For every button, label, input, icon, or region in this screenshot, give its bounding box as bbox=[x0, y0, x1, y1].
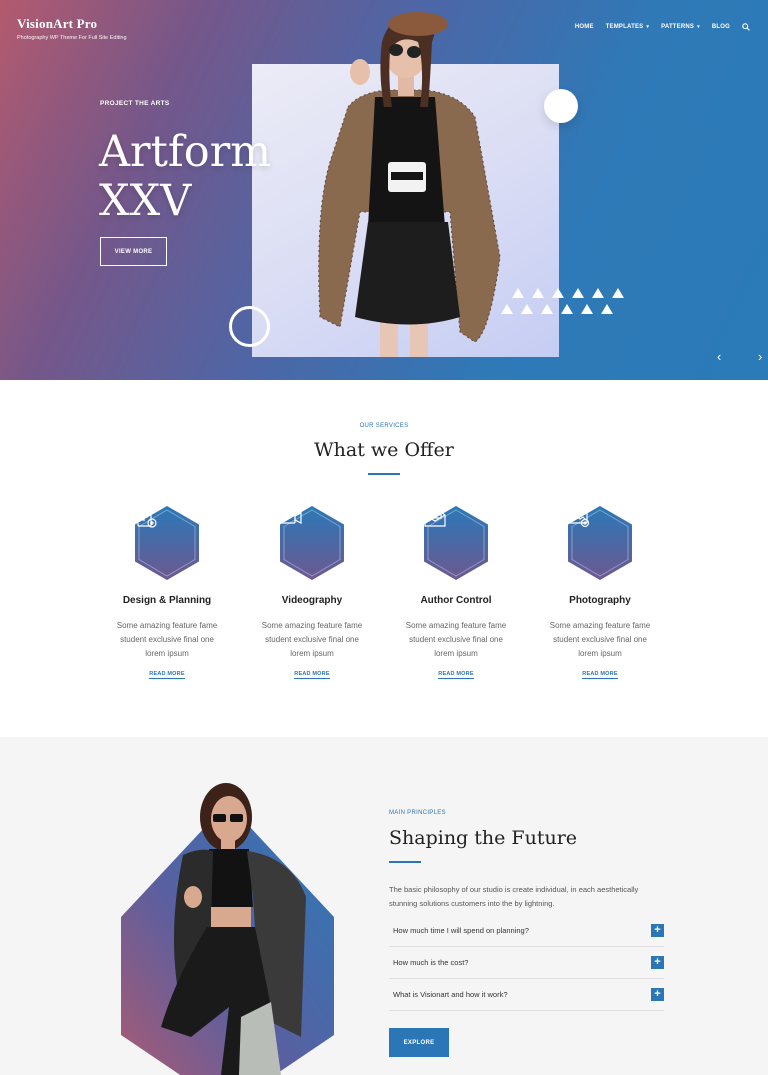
decorative-dot bbox=[544, 89, 578, 123]
principles-eyebrow: MAIN PRINCIPLES bbox=[389, 810, 446, 816]
hexagon-badge bbox=[279, 505, 345, 581]
search-icon[interactable] bbox=[742, 23, 750, 31]
video-camera-icon bbox=[280, 506, 302, 524]
heading-divider bbox=[368, 473, 400, 475]
service-card-videography: Videography Some amazing feature fame st… bbox=[254, 505, 370, 680]
faq-question: What is Visionart and how it work? bbox=[393, 990, 508, 999]
caret-down-icon: ▾ bbox=[646, 24, 650, 30]
plus-icon[interactable]: + bbox=[651, 924, 664, 937]
nav-item-templates[interactable]: TEMPLATES ▾ bbox=[606, 24, 649, 30]
nav-item-home[interactable]: HOME bbox=[575, 24, 594, 30]
chevron-left-icon[interactable]: ‹ bbox=[717, 349, 721, 364]
faq-item-cost[interactable]: How much is the cost? + bbox=[389, 949, 664, 979]
envelope-icon bbox=[424, 507, 446, 527]
decorative-ring bbox=[229, 306, 270, 347]
site-tagline: Photography WP Theme For Full Site Editi… bbox=[17, 35, 127, 41]
chevron-right-icon[interactable]: › bbox=[758, 349, 762, 364]
service-description: Some amazing feature fame student exclus… bbox=[261, 621, 363, 658]
hero-section: VisionArt Pro Photography WP Theme For F… bbox=[0, 0, 768, 380]
plus-icon[interactable]: + bbox=[651, 988, 664, 1001]
brand[interactable]: VisionArt Pro Photography WP Theme For F… bbox=[17, 16, 127, 41]
faq-item-planning[interactable]: How much time I will spend on planning? … bbox=[389, 917, 664, 947]
principles-heading: Shaping the Future bbox=[389, 827, 578, 849]
service-description: Some amazing feature fame student exclus… bbox=[549, 621, 651, 658]
read-more-link[interactable]: READ MORE bbox=[582, 671, 618, 679]
service-title: Videography bbox=[281, 595, 343, 606]
decorative-triangles bbox=[501, 288, 624, 314]
read-more-link[interactable]: READ MORE bbox=[149, 671, 185, 679]
read-more-link[interactable]: READ MORE bbox=[294, 671, 330, 679]
hero-model-photo bbox=[318, 12, 501, 357]
nav-label: TEMPLATES bbox=[605, 24, 644, 30]
heading-divider bbox=[389, 861, 421, 863]
nav-item-patterns[interactable]: PATTERNS ▾ bbox=[661, 24, 700, 30]
services-section: OUR SERVICES What we Offer Design & Plan… bbox=[0, 380, 768, 737]
nav-label: BLOG bbox=[711, 24, 730, 30]
service-card-design-planning: Design & Planning Some amazing feature f… bbox=[109, 505, 225, 680]
principles-model-photo bbox=[121, 783, 334, 1075]
main-nav: HOME TEMPLATES ▾ PATTERNS ▾ BLOG bbox=[575, 23, 750, 31]
service-title: Author Control bbox=[420, 595, 492, 606]
service-title: Photography bbox=[569, 595, 631, 606]
service-description: Some amazing feature fame student exclus… bbox=[405, 621, 507, 658]
view-more-button[interactable]: VIEW MORE bbox=[100, 237, 167, 266]
nav-label: HOME bbox=[574, 24, 594, 30]
nav-item-blog[interactable]: BLOG bbox=[712, 24, 730, 30]
image-settings-icon bbox=[568, 508, 590, 528]
services-eyebrow: OUR SERVICES bbox=[359, 423, 409, 429]
faq-item-visionart[interactable]: What is Visionart and how it work? + bbox=[389, 981, 664, 1011]
faq-question: How much is the cost? bbox=[393, 958, 469, 967]
principles-body: The basic philosophy of our studio is cr… bbox=[389, 885, 639, 908]
clipboard-plus-icon bbox=[137, 505, 157, 528]
hexagon-badge bbox=[423, 505, 489, 581]
hero-title-line2: XXV bbox=[99, 176, 192, 226]
explore-button[interactable]: EXPLORE bbox=[389, 1028, 449, 1057]
hero-title-line1: Artform bbox=[99, 127, 272, 177]
services-heading: What we Offer bbox=[314, 439, 454, 461]
hexagon-badge bbox=[567, 505, 633, 581]
hero-title: Artform XXV bbox=[99, 128, 271, 226]
site-title[interactable]: VisionArt Pro bbox=[17, 16, 127, 32]
service-card-author-control: Author Control Some amazing feature fame… bbox=[398, 505, 514, 680]
plus-icon[interactable]: + bbox=[651, 956, 664, 969]
service-card-photography: Photography Some amazing feature fame st… bbox=[542, 505, 658, 680]
nav-label: PATTERNS bbox=[661, 24, 695, 30]
caret-down-icon: ▾ bbox=[697, 24, 700, 30]
service-title: Design & Planning bbox=[122, 595, 212, 606]
service-description: Some amazing feature fame student exclus… bbox=[116, 621, 218, 658]
hero-kicker: PROJECT THE ARTS bbox=[100, 100, 170, 107]
faq-question: How much time I will spend on planning? bbox=[393, 926, 529, 935]
hexagon-badge bbox=[134, 505, 200, 581]
read-more-link[interactable]: READ MORE bbox=[438, 671, 474, 679]
principles-section: MAIN PRINCIPLES Shaping the Future The b… bbox=[0, 737, 768, 1075]
